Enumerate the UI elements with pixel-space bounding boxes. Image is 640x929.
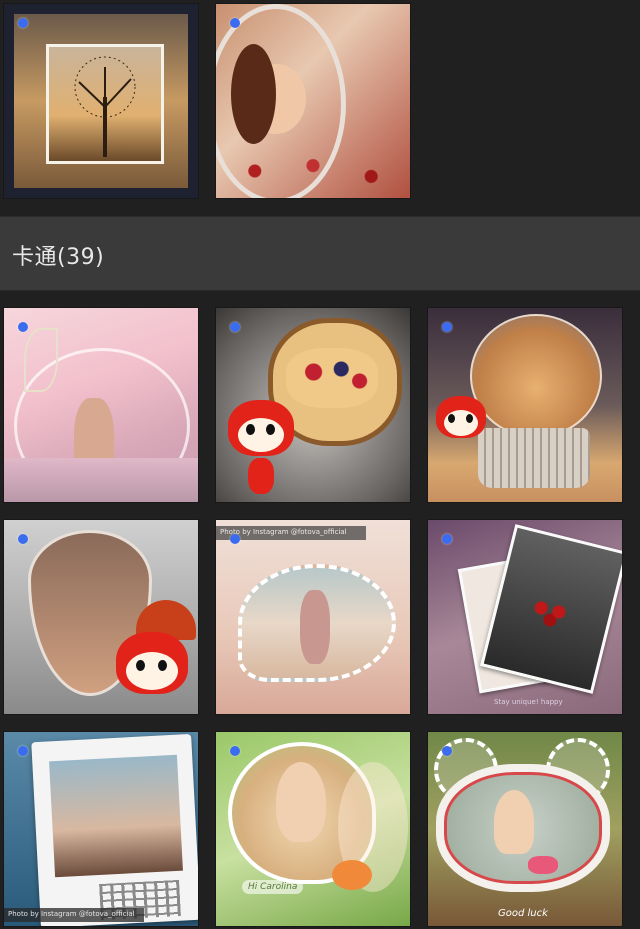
frame-caption: Stay unique! happy — [494, 698, 563, 706]
leaf-decoration — [24, 328, 58, 392]
selection-dot — [230, 18, 240, 28]
selection-dot — [230, 534, 240, 544]
doll-figure — [276, 762, 326, 842]
fox-body — [248, 458, 274, 494]
selection-dot — [230, 322, 240, 332]
selection-dot — [18, 534, 28, 544]
tile-frame-cards-rose[interactable]: Stay unique! happy — [428, 520, 622, 714]
selection-dot — [442, 746, 452, 756]
meadow — [4, 458, 198, 502]
category-title: 卡通(39) — [12, 245, 105, 270]
photo-card — [46, 44, 164, 164]
tile-frame-snowglobe-kitten[interactable] — [428, 308, 622, 502]
fox-character — [436, 396, 486, 438]
selection-dot — [18, 322, 28, 332]
tile-frame-bubble-beach[interactable]: Photo by Instagram @fotova_official — [216, 520, 410, 714]
frame-label: Hi Carolina — [242, 880, 304, 894]
fox-character — [228, 400, 294, 456]
tile-frame-oval-roses[interactable] — [216, 4, 410, 198]
selection-dot — [18, 18, 28, 28]
tile-frame-cloud-dessert-fox[interactable] — [216, 308, 410, 502]
tile-frame-bubble-girl-meadow[interactable] — [4, 308, 198, 502]
fox-character — [116, 632, 188, 694]
tile-frame-tree-sunset[interactable] — [4, 4, 198, 198]
selection-dot — [442, 322, 452, 332]
frame-label: Good luck — [498, 908, 548, 919]
selection-dot — [230, 746, 240, 756]
globe-base — [478, 428, 590, 488]
snowglobe — [470, 314, 602, 438]
tile-frame-bear-ears[interactable]: Good luck — [428, 732, 622, 926]
tree-image — [74, 56, 136, 157]
bird-sticker — [332, 860, 372, 890]
selection-dot — [18, 746, 28, 756]
photo-credit: Photo by Instagram @fotova_official — [8, 910, 135, 918]
rose-bouquet — [528, 592, 572, 632]
hair-shape — [231, 44, 276, 144]
calendar-photo — [49, 754, 183, 878]
girl-figure — [300, 590, 330, 664]
tile-frame-drop-fox[interactable] — [4, 520, 198, 714]
bow — [528, 856, 558, 874]
photo-credit: Photo by Instagram @fotova_official — [220, 528, 347, 536]
category-header[interactable]: 卡通(39) — [0, 216, 640, 291]
selection-dot — [442, 534, 452, 544]
tile-frame-calendar[interactable]: Photo by Instagram @fotova_official — [4, 732, 198, 926]
dessert — [286, 348, 378, 408]
tile-frame-bubble-doll[interactable]: Hi Carolina — [216, 732, 410, 926]
roses — [216, 144, 410, 198]
child-figure — [494, 790, 534, 854]
